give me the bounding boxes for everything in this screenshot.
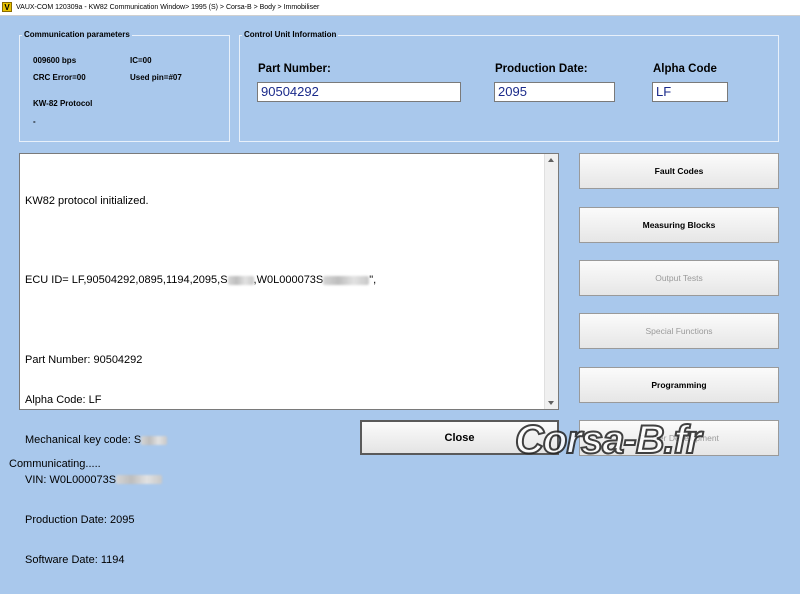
ecu-id-end-text: ",: [369, 274, 377, 287]
part-number-label: Part Number:: [258, 63, 331, 75]
protocol-dash: -: [33, 117, 36, 126]
control-unit-info-legend: Control Unit Information: [242, 30, 339, 39]
special-functions-button[interactable]: Special Functions: [579, 313, 779, 349]
log-textarea[interactable]: KW82 protocol initialized. ECU ID= LF,90…: [19, 153, 559, 566]
alpha-code-field[interactable]: LF: [652, 82, 728, 102]
log-line-ecu-id: ECU ID= LF,90504292,0895,1194,2095,S ,W0L…: [25, 274, 376, 287]
status-text: Communicating.....: [9, 458, 101, 470]
production-date-label: Production Date:: [495, 63, 588, 75]
alpha-code-label: Alpha Code: [653, 63, 717, 75]
log-line: Part Number: 90504292: [25, 354, 143, 367]
ic-value: IC=00: [130, 56, 152, 65]
crc-error: CRC Error=00: [33, 73, 86, 82]
redacted-block: [141, 435, 168, 445]
title-bar: V VAUX-COM 120309a - KW82 Communication …: [0, 0, 800, 16]
redacted-block: [116, 475, 163, 485]
key-code-text: Mechanical key code: S: [25, 433, 142, 446]
scroll-up-icon[interactable]: [548, 158, 554, 162]
watermark: Corsa-B.fr: [514, 417, 703, 463]
used-pin: Used pin=#07: [130, 73, 182, 82]
baud-rate: 009600 bps: [33, 56, 77, 65]
window-title: VAUX-COM 120309a - KW82 Communication Wi…: [16, 4, 320, 11]
scroll-down-icon[interactable]: [548, 401, 554, 405]
vin-text: VIN: W0L000073S: [25, 473, 117, 486]
redacted-block: [323, 275, 370, 285]
log-line: Alpha Code: LF: [25, 394, 102, 407]
protocol-label: KW-82 Protocol: [33, 99, 93, 108]
log-scrollbar[interactable]: [544, 154, 558, 409]
log-line: KW82 protocol initialized.: [25, 194, 149, 207]
ecu-id-text: ECU ID= LF,90504292,0895,1194,2095,S: [25, 274, 228, 287]
production-date-field[interactable]: 2095: [494, 82, 615, 102]
part-number-field[interactable]: 90504292: [257, 82, 461, 102]
fault-codes-button[interactable]: Fault Codes: [579, 153, 779, 189]
programming-button[interactable]: Programming: [579, 367, 779, 403]
log-content: KW82 protocol initialized. ECU ID= LF,90…: [25, 168, 376, 594]
log-line-key-code: Mechanical key code: S: [25, 434, 376, 447]
output-tests-button[interactable]: Output Tests: [579, 260, 779, 296]
measuring-blocks-button[interactable]: Measuring Blocks: [579, 207, 779, 243]
control-unit-info-group: Control Unit Information Part Number: 90…: [239, 30, 779, 142]
log-line: Software Date: 1194: [25, 553, 125, 566]
log-line-vin: VIN: W0L000073S: [25, 474, 376, 487]
communication-parameters-group: Communication parameters 009600 bps IC=0…: [19, 30, 230, 142]
redacted-block: [227, 275, 254, 285]
communication-parameters-legend: Communication parameters: [22, 30, 132, 39]
app-icon: V: [2, 2, 12, 12]
ecu-id-vin-text: ,W0L000073S: [253, 274, 324, 287]
log-line: Production Date: 2095: [25, 513, 135, 526]
